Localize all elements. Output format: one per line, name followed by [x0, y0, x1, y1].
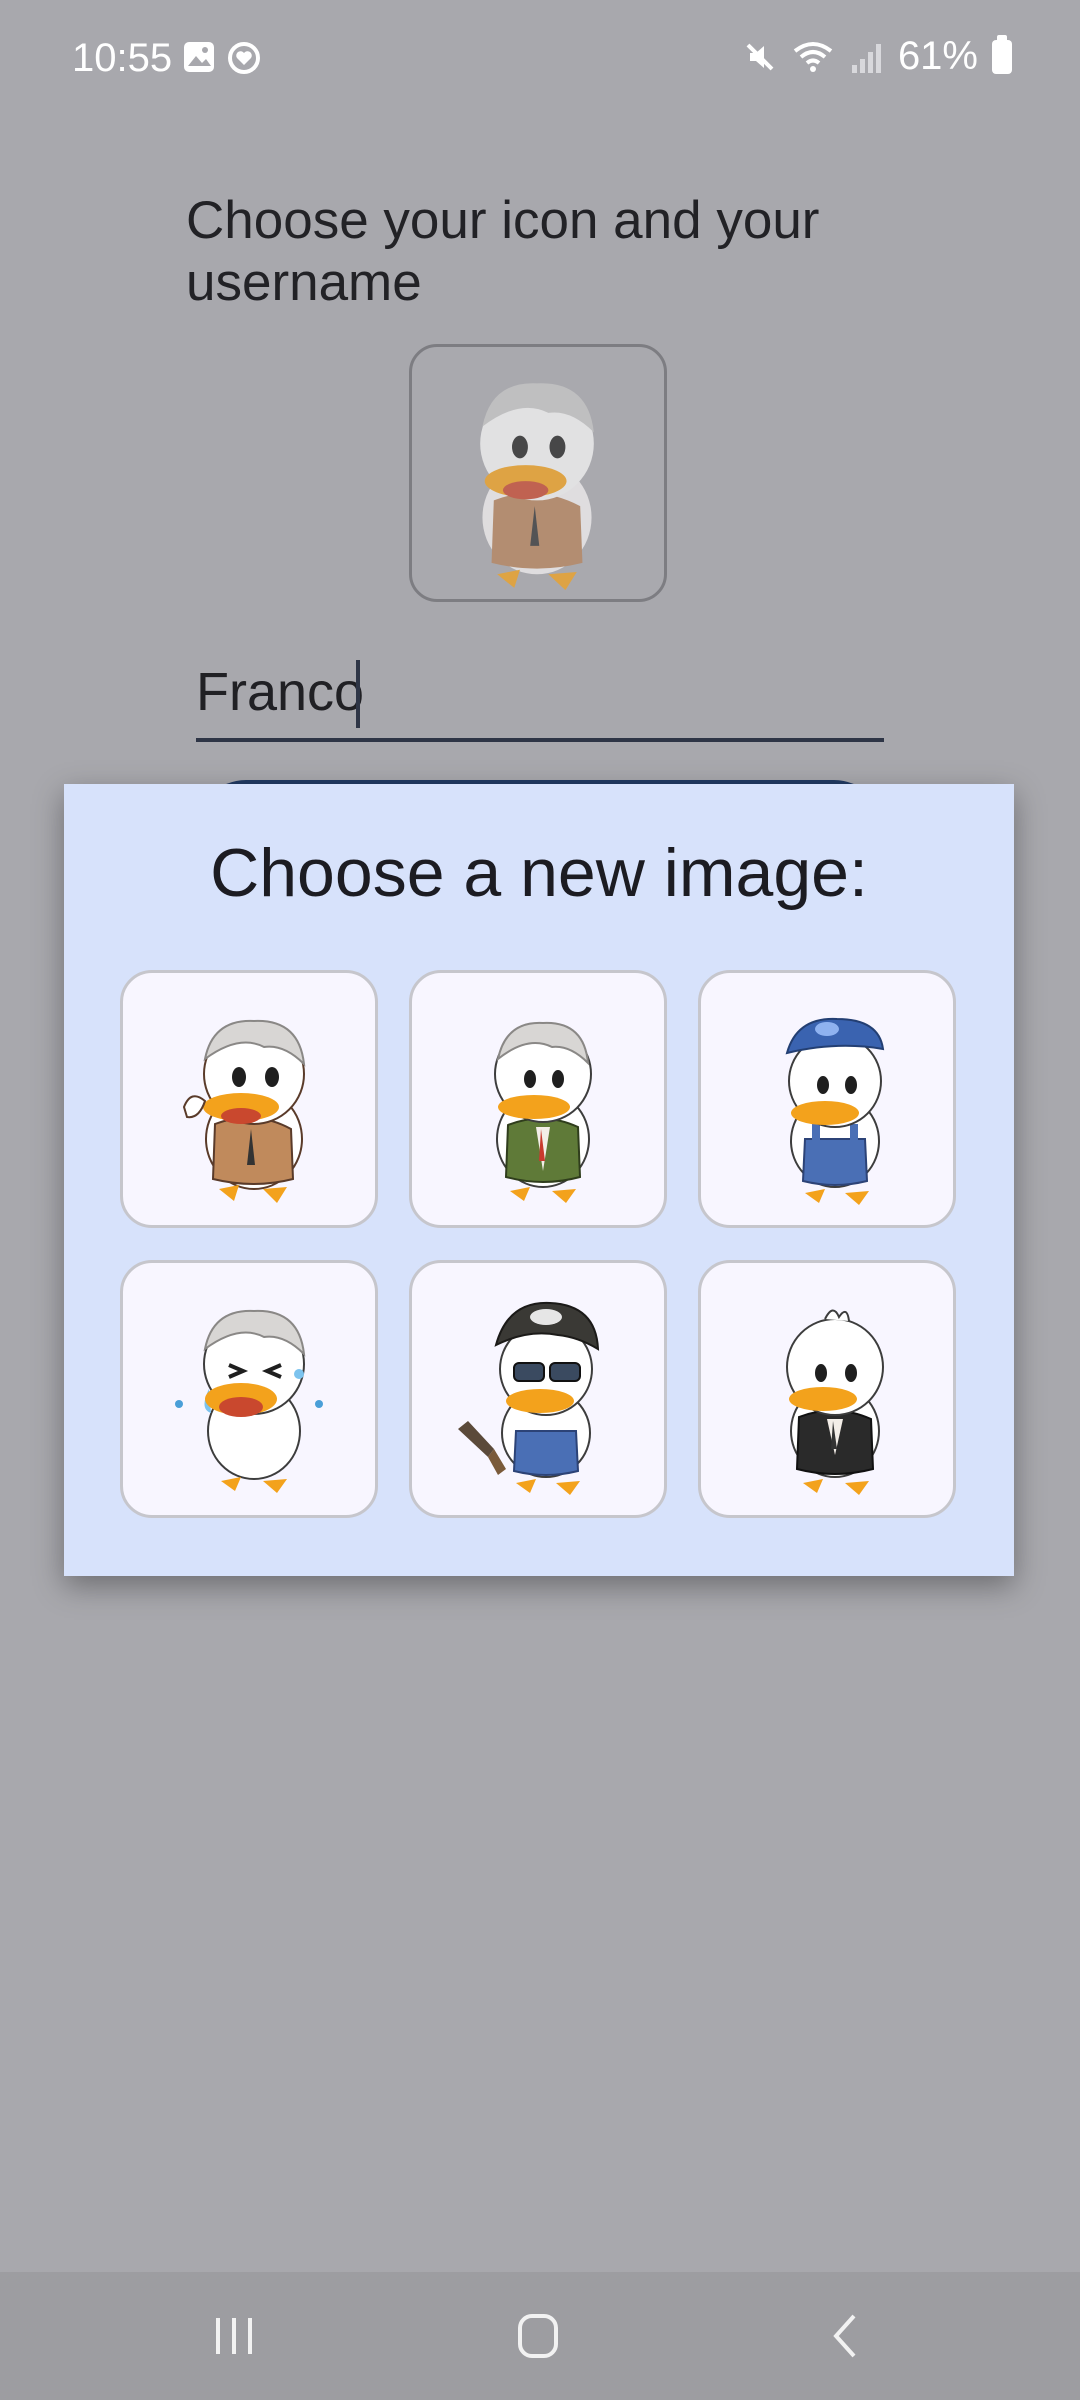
image-option-duck-green-jacket[interactable] [409, 970, 667, 1228]
signal-icon [851, 43, 881, 73]
image-option-duck-black-suit[interactable] [698, 1260, 956, 1518]
username-input[interactable] [196, 650, 884, 734]
battery-icon [992, 34, 1012, 74]
choose-image-dialog: Choose a new image: [64, 784, 1014, 1576]
battery-percent: 61% [897, 34, 978, 78]
duck-sunglasses-gun-icon [458, 1301, 600, 1495]
home-icon[interactable] [508, 2308, 568, 2364]
text-caret [356, 660, 360, 728]
image-option-duck-brown-coat[interactable] [120, 970, 378, 1228]
username-field[interactable] [196, 650, 884, 742]
heart-circle-icon [228, 42, 260, 74]
page-title: Choose your icon and your username [186, 191, 820, 312]
duck-blue-cap-overalls-icon [785, 1017, 885, 1205]
navigation-bar [0, 2272, 1080, 2400]
image-option-duck-crying[interactable] [120, 1260, 378, 1518]
duck-green-jacket-icon [494, 1021, 592, 1203]
image-icon [184, 42, 214, 72]
status-bar: 10:55 61% [0, 0, 1080, 120]
image-option-duck-blue-cap-overalls[interactable] [698, 970, 956, 1228]
selected-avatar-button[interactable] [409, 344, 667, 602]
back-icon[interactable] [816, 2308, 876, 2364]
wifi-icon [793, 41, 833, 72]
status-time: 10:55 [72, 36, 173, 80]
image-option-duck-sunglasses-gun[interactable] [409, 1260, 667, 1518]
duck-black-suit-icon [786, 1309, 884, 1495]
recents-icon[interactable] [204, 2308, 264, 2364]
dialog-title: Choose a new image: [210, 835, 868, 911]
status-left-icons [182, 40, 262, 76]
image-options-grid [120, 970, 956, 1518]
status-right: 61% [742, 34, 1012, 79]
duck-crying-icon [175, 1309, 323, 1493]
duck-brown-coat-icon [480, 383, 594, 591]
duck-brown-coat-icon [182, 1019, 306, 1203]
mute-icon [746, 43, 774, 70]
